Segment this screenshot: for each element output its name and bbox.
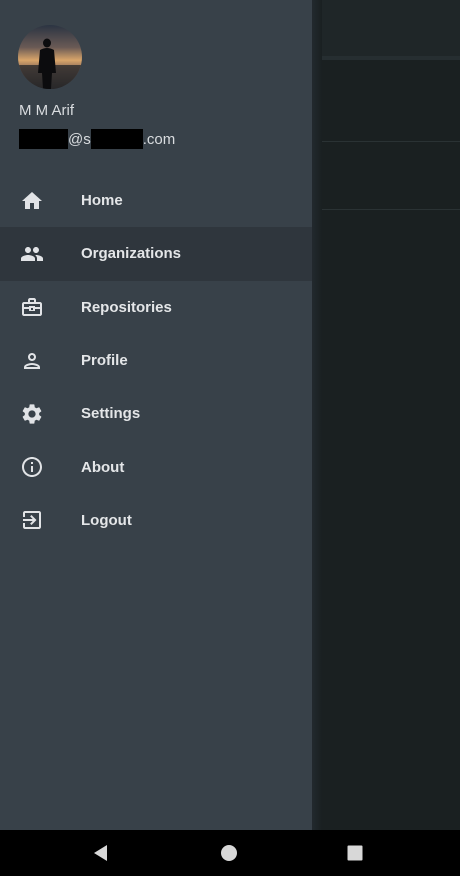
- home-circle-icon: [221, 845, 237, 861]
- avatar-image: [18, 25, 82, 89]
- system-navigation-bar: [0, 830, 460, 876]
- avatar[interactable]: [18, 25, 82, 89]
- drawer-scrim-edge[interactable]: [312, 0, 322, 830]
- back-button[interactable]: [71, 830, 131, 876]
- menu-item-settings[interactable]: Settings: [0, 387, 312, 440]
- email-redaction: [19, 129, 68, 149]
- email-domain-suffix: .com: [142, 130, 176, 148]
- info-icon: [20, 455, 44, 479]
- menu-item-label: Repositories: [81, 298, 172, 316]
- menu-item-repositories[interactable]: Repositories: [0, 281, 312, 334]
- home-icon: [20, 189, 44, 213]
- recents-square-icon: [347, 845, 363, 861]
- recents-button[interactable]: [325, 830, 385, 876]
- menu-item-label: Organizations: [81, 245, 182, 263]
- menu-item-home[interactable]: Home: [0, 174, 312, 227]
- gear-icon: [20, 402, 44, 426]
- home-button[interactable]: [199, 830, 259, 876]
- drawer-menu: Home Organizations Repositories Profile …: [0, 174, 312, 547]
- background-toolbar: [312, 0, 460, 60]
- user-email: @s .com: [19, 129, 175, 149]
- menu-item-logout[interactable]: Logout: [0, 494, 312, 547]
- person-icon: [20, 349, 44, 373]
- drawer-header: M M Arif @s .com: [0, 0, 312, 168]
- background-list-row: [312, 64, 460, 142]
- people-icon: [20, 242, 44, 266]
- menu-item-about[interactable]: About: [0, 440, 312, 493]
- user-name: M M Arif: [19, 102, 74, 119]
- exit-icon: [20, 508, 44, 532]
- back-icon: [94, 845, 107, 861]
- menu-item-profile[interactable]: Profile: [0, 334, 312, 387]
- email-redaction: [90, 129, 143, 149]
- menu-item-label: Home: [81, 192, 123, 210]
- menu-item-label: Logout: [81, 511, 132, 529]
- menu-item-label: About: [81, 458, 125, 476]
- background-list-row: [312, 142, 460, 210]
- menu-item-label: Settings: [81, 405, 141, 423]
- menu-item-organizations[interactable]: Organizations: [0, 227, 312, 281]
- navigation-drawer: M M Arif @s .com Home Organizations Repo…: [0, 0, 312, 830]
- briefcase-icon: [20, 295, 44, 319]
- email-at-part: @s: [68, 130, 91, 148]
- menu-item-label: Profile: [81, 352, 128, 370]
